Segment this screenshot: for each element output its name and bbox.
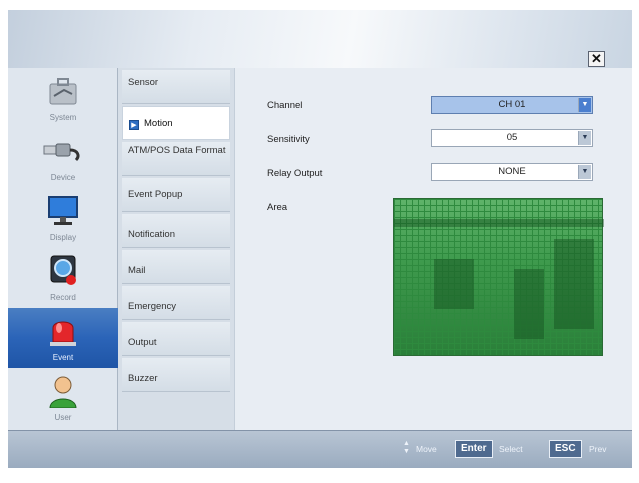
sensitivity-label: Sensitivity — [267, 134, 310, 145]
chevron-down-icon: ▼ — [578, 98, 591, 112]
sensitivity-select[interactable]: 05 ▼ — [431, 129, 593, 147]
enter-key[interactable]: Enter — [455, 440, 493, 458]
camera-scene-shape — [514, 269, 544, 339]
camera-scene-shape — [394, 219, 604, 227]
camera-scene-shape — [554, 239, 594, 329]
submenu-item-label: Buzzer — [128, 373, 158, 384]
event-submenu: Sensor ▶ Motion ATM/POS Data Format Event… — [118, 68, 234, 430]
motion-settings-window: ✕ System Device Display Record Event Use… — [8, 10, 632, 468]
move-hint: Move — [416, 444, 437, 454]
toolbox-icon — [49, 78, 77, 105]
submenu-item-label: Mail — [128, 265, 146, 276]
sidebar-item-label: Display — [49, 233, 77, 242]
sidebar-item-label: Event — [52, 353, 74, 362]
up-down-arrow-icon: ▲ ▼ — [403, 440, 410, 455]
usb-cable-icon — [43, 143, 80, 162]
sidebar-item-label: User — [54, 413, 72, 422]
submenu-item-mail[interactable]: Mail — [122, 250, 230, 284]
relay-output-label: Relay Output — [267, 168, 323, 179]
submenu-item-label: Motion — [144, 118, 173, 129]
bottom-help-bar: ▲ ▼ Move Enter Select ESC Prev — [8, 430, 632, 468]
submenu-item-output[interactable]: Output — [122, 322, 230, 356]
sidebar-item-system[interactable]: System — [8, 68, 118, 128]
close-button[interactable]: ✕ — [588, 51, 605, 67]
submenu-item-sensor[interactable]: Sensor — [122, 70, 230, 104]
submenu-item-label: Output — [128, 337, 157, 348]
sidebar-item-display[interactable]: Display — [8, 188, 118, 248]
submenu-item-emergency[interactable]: Emergency — [122, 286, 230, 320]
motion-area-grid[interactable] — [393, 198, 604, 356]
relay-output-value: NONE — [498, 166, 526, 177]
submenu-item-motion[interactable]: ▶ Motion — [122, 106, 230, 140]
esc-key[interactable]: ESC — [549, 440, 582, 458]
submenu-item-event-popup[interactable]: Event Popup — [122, 178, 230, 212]
submenu-item-buzzer[interactable]: Buzzer — [122, 358, 230, 392]
relay-output-select[interactable]: NONE ▼ — [431, 163, 593, 181]
arrow-right-icon: ▶ — [129, 120, 139, 130]
submenu-item-label: ATM/POS Data Format — [128, 145, 226, 156]
sidebar-item-event[interactable]: Event — [8, 308, 118, 368]
submenu-item-label: Event Popup — [128, 189, 183, 200]
title-bar: ✕ — [8, 10, 632, 68]
chevron-down-icon: ▼ — [578, 165, 591, 179]
submenu-item-label: Notification — [128, 229, 175, 240]
channel-select[interactable]: CH 01 ▼ — [431, 96, 593, 114]
submenu-item-label: Sensor — [128, 77, 159, 88]
sensitivity-value: 05 — [506, 132, 518, 143]
submenu-item-atm-pos[interactable]: ATM/POS Data Format — [122, 142, 230, 176]
sidebar-item-label: Device — [50, 173, 76, 182]
sidebar-item-label: Record — [50, 293, 76, 302]
motion-settings-panel: Channel CH 01 ▼ Sensitivity 05 ▼ Relay O… — [234, 68, 632, 430]
channel-value: CH 01 — [498, 99, 526, 110]
sidebar-item-user[interactable]: User — [8, 368, 118, 428]
submenu-item-label: Emergency — [128, 301, 177, 312]
prev-hint: Prev — [589, 444, 607, 454]
monitor-icon — [48, 196, 78, 225]
main-sidebar: System Device Display Record Event User — [8, 68, 118, 430]
submenu-item-notification[interactable]: Notification — [122, 214, 230, 248]
channel-label: Channel — [267, 100, 303, 111]
record-icon — [50, 255, 76, 285]
sidebar-item-device[interactable]: Device — [8, 128, 118, 188]
chevron-down-icon: ▼ — [578, 131, 591, 145]
siren-icon — [50, 321, 76, 346]
sidebar-item-label: System — [49, 113, 77, 122]
sidebar-item-record[interactable]: Record — [8, 248, 118, 308]
user-icon — [49, 376, 77, 408]
area-label: Area — [267, 202, 288, 213]
camera-scene-shape — [434, 259, 474, 309]
select-hint: Select — [499, 444, 523, 454]
